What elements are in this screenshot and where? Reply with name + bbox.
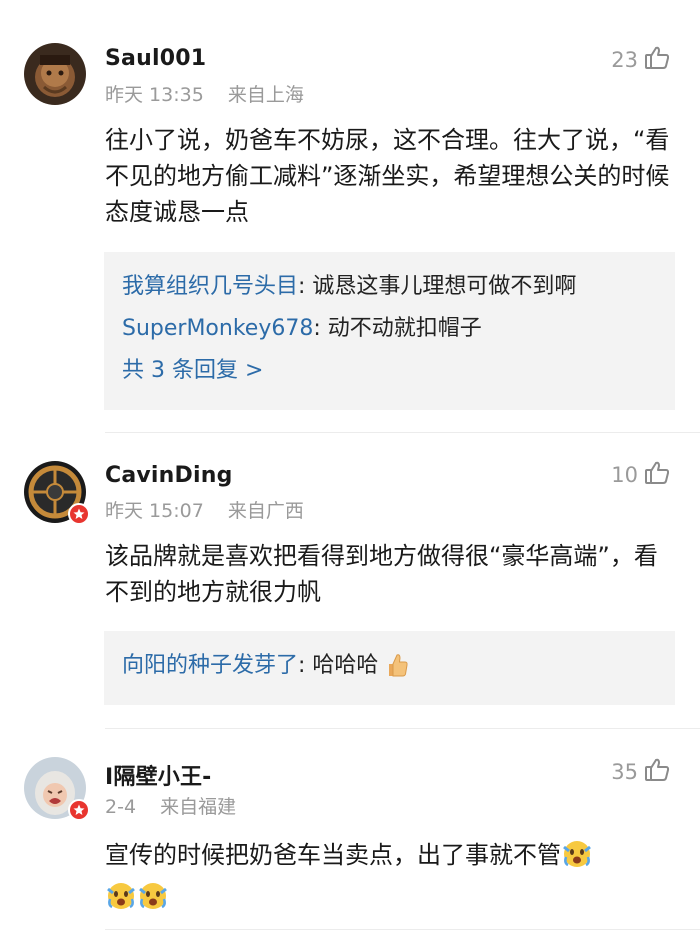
like-button[interactable]: 23 <box>611 45 670 75</box>
thumbs-up-emoji <box>385 651 409 693</box>
verified-badge-icon <box>68 799 90 821</box>
comment-time: 2-4 <box>105 796 137 818</box>
reply-username[interactable]: 向阳的种子发芽了 <box>122 653 298 678</box>
comment-item: CavinDing 昨天 15:07 来自广西 10 该品牌就是喜欢把看得到地方… <box>0 433 700 728</box>
comment-time: 昨天 13:35 <box>105 84 204 106</box>
avatar[interactable] <box>24 461 90 525</box>
reply-username[interactable]: SuperMonkey678 <box>122 316 313 341</box>
reply-item[interactable]: 向阳的种子发芽了: 哈哈哈 <box>122 645 657 693</box>
reply-text: : 动不动就扣帽子 <box>313 316 482 341</box>
comment-meta: 昨天 13:35 来自上海 <box>105 80 304 107</box>
thumbs-up-icon <box>644 757 670 787</box>
like-count: 23 <box>611 48 638 72</box>
like-count: 10 <box>611 463 638 487</box>
reply-text: : 哈哈哈 <box>298 653 379 678</box>
shocked-crying-emoji <box>105 879 137 921</box>
reply-username[interactable]: 我算组织几号头目 <box>122 274 298 299</box>
like-button[interactable]: 35 <box>611 757 670 787</box>
comment-location: 来自广西 <box>227 500 304 522</box>
divider <box>105 929 700 930</box>
thumbs-up-icon <box>644 45 670 75</box>
comment-text: 该品牌就是喜欢把看得到地方做得很“豪华高端”，看不到的地方就很力帆 <box>105 542 658 606</box>
comment-location: 来自上海 <box>227 84 304 106</box>
avatar[interactable] <box>24 43 86 105</box>
comment-location: 来自福建 <box>160 796 237 818</box>
comment-text: 宣传的时候把奶爸车当卖点，出了事就不管 <box>105 837 670 921</box>
comment-item: Saul001 昨天 13:35 来自上海 23 往小了说，奶爸车不妨尿，这不合… <box>0 0 700 430</box>
shocked-crying-emoji <box>561 837 593 879</box>
view-more-replies-link[interactable]: 共 3 条回复 > <box>122 350 657 392</box>
like-count: 35 <box>611 760 638 784</box>
comment-meta: 2-4 来自福建 <box>105 792 236 819</box>
comment-time: 昨天 15:07 <box>105 500 204 522</box>
reply-box[interactable]: 我算组织几号头目: 诚恳这事儿理想可做不到啊 SuperMonkey678: 动… <box>104 252 675 410</box>
username[interactable]: CavinDing <box>105 463 233 488</box>
shocked-crying-emoji <box>137 879 169 921</box>
reply-box[interactable]: 向阳的种子发芽了: 哈哈哈 <box>104 631 675 705</box>
comment-meta: 昨天 15:07 来自广西 <box>105 496 304 523</box>
reply-item[interactable]: 我算组织几号头目: 诚恳这事儿理想可做不到啊 <box>122 266 657 308</box>
comment-item: I隔壁小王- 2-4 来自福建 35 宣传的时候把奶爸车当卖点，出了事就不管 <box>0 729 700 933</box>
avatar[interactable] <box>24 757 90 821</box>
reply-text: : 诚恳这事儿理想可做不到啊 <box>298 274 577 299</box>
comment-text-content: 宣传的时候把奶爸车当卖点，出了事就不管 <box>105 841 561 869</box>
reply-item[interactable]: SuperMonkey678: 动不动就扣帽子 <box>122 308 657 350</box>
comment-text: 往小了说，奶爸车不妨尿，这不合理。往大了说，“看不见的地方偷工减料”逐渐坐实，希… <box>105 126 670 226</box>
like-button[interactable]: 10 <box>611 460 670 490</box>
username[interactable]: I隔壁小王- <box>105 759 212 791</box>
verified-badge-icon <box>68 503 90 525</box>
username[interactable]: Saul001 <box>105 46 206 71</box>
thumbs-up-icon <box>644 460 670 490</box>
